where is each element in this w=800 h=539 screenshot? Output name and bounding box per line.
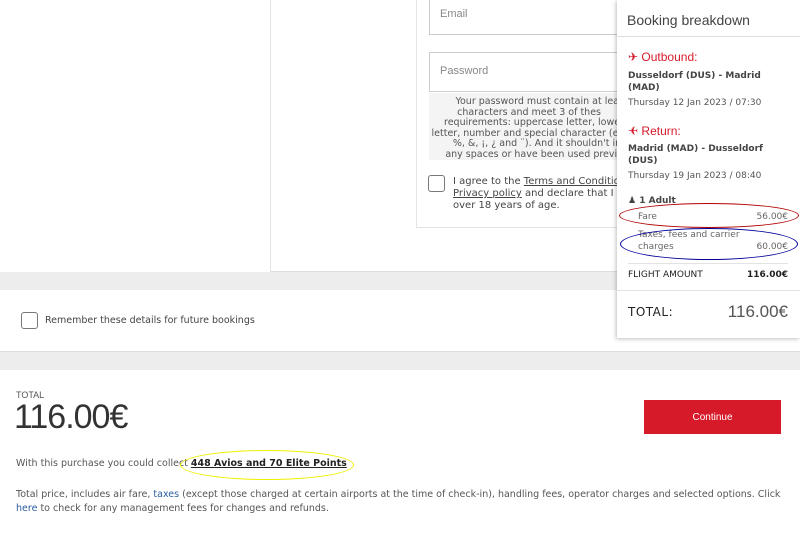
plane-outbound-icon: ✈	[628, 50, 639, 64]
password-placeholder: Password	[440, 65, 489, 77]
panel-title: Booking breakdown	[617, 0, 800, 37]
email-placeholder: Email	[440, 8, 468, 20]
privacy-link[interactable]: Privacy policy	[453, 188, 522, 199]
person-icon: ♟	[628, 196, 637, 206]
here-link[interactable]: here	[16, 503, 37, 514]
taxes-link[interactable]: taxes	[153, 489, 179, 500]
summary-section: TOTAL 116.00€ With this purchase you cou…	[0, 370, 800, 539]
avios-link[interactable]: 448 Avios and 70 Elite Points	[191, 458, 347, 469]
collect-text: With this purchase you could collect	[16, 458, 191, 469]
flight-amount-value: 116.00€	[747, 270, 788, 280]
note-text: (except those charged at certain airport…	[179, 489, 781, 500]
plane-return-icon: ✈	[628, 124, 639, 138]
agree-end: over 18 years of age.	[453, 200, 560, 211]
hint-line: Your password must contain at lea	[455, 96, 619, 107]
panel-total-value: 116.00€	[727, 302, 788, 321]
remember-checkbox[interactable]	[21, 312, 38, 329]
left-column	[0, 0, 271, 272]
return-label: Return:	[641, 124, 681, 138]
taxes-row: Taxes, fees and carrier charges 60.00€	[628, 229, 788, 253]
continue-button[interactable]: Continue	[644, 400, 781, 434]
passengers: ♟ 1 Adult	[628, 195, 793, 207]
hint-line: requirements: uppercase letter, lowerc	[444, 117, 629, 128]
email-field[interactable]: Email	[429, 0, 629, 35]
password-hint: Your password must contain at lea charac…	[429, 93, 629, 160]
terms-checkbox[interactable]	[428, 175, 445, 192]
avios-text: With this purchase you could collect 448…	[16, 458, 347, 469]
remember-label: Remember these details for future bookin…	[45, 315, 255, 326]
note-text: Total price, includes air fare,	[16, 489, 154, 500]
price-note: Total price, includes air fare, taxes (e…	[16, 488, 786, 516]
hint-line: %, &, ¡, ¿ and ¨). And it shouldn't incl	[452, 138, 629, 149]
fare-label: Fare	[638, 212, 657, 222]
terms-text: I agree to the Terms and Condition Priva…	[453, 176, 629, 212]
password-field[interactable]: Password	[429, 52, 629, 92]
booking-breakdown-panel: Booking breakdown ✈ Outbound: Dusseldorf…	[617, 0, 800, 338]
return-date: Thursday 19 Jan 2023 / 08:40	[628, 171, 762, 181]
outbound-route: Dusseldorf (DUS) - Madrid (MAD)	[628, 71, 761, 93]
terms-link[interactable]: Terms and Condition	[524, 176, 626, 187]
panel-total-label: TOTAL:	[628, 305, 674, 319]
return-heading: ✈ Return:	[628, 124, 681, 138]
passenger-count: 1 Adult	[639, 196, 676, 206]
divider	[617, 290, 800, 291]
flight-amount-label: FLIGHT AMOUNT	[628, 270, 703, 280]
flight-amount-row: FLIGHT AMOUNT 116.00€	[628, 270, 788, 280]
taxes-value: 60.00€	[756, 242, 789, 252]
registration-form: Email Password Your password must contai…	[416, 0, 629, 228]
fare-value: 56.00€	[756, 212, 789, 222]
note-text: to check for any management fees for cha…	[37, 503, 329, 514]
fare-row: Fare 56.00€	[628, 212, 788, 222]
agree-prefix: I agree to the	[453, 176, 524, 187]
divider	[628, 263, 788, 264]
hint-line: any spaces or have been used previou	[445, 148, 629, 160]
total-value: 116.00€	[14, 398, 128, 436]
outbound-date: Thursday 12 Jan 2023 / 07:30	[628, 98, 762, 108]
outbound-label: Outbound:	[641, 50, 698, 64]
taxes-label: Taxes, fees and carrier charges	[638, 230, 740, 252]
agree-mid: and declare that I an	[521, 188, 630, 199]
return-route: Madrid (MAD) - Dusseldorf (DUS)	[628, 144, 763, 166]
panel-total-row: TOTAL: 116.00€	[628, 302, 788, 322]
outbound-heading: ✈ Outbound:	[628, 50, 697, 64]
